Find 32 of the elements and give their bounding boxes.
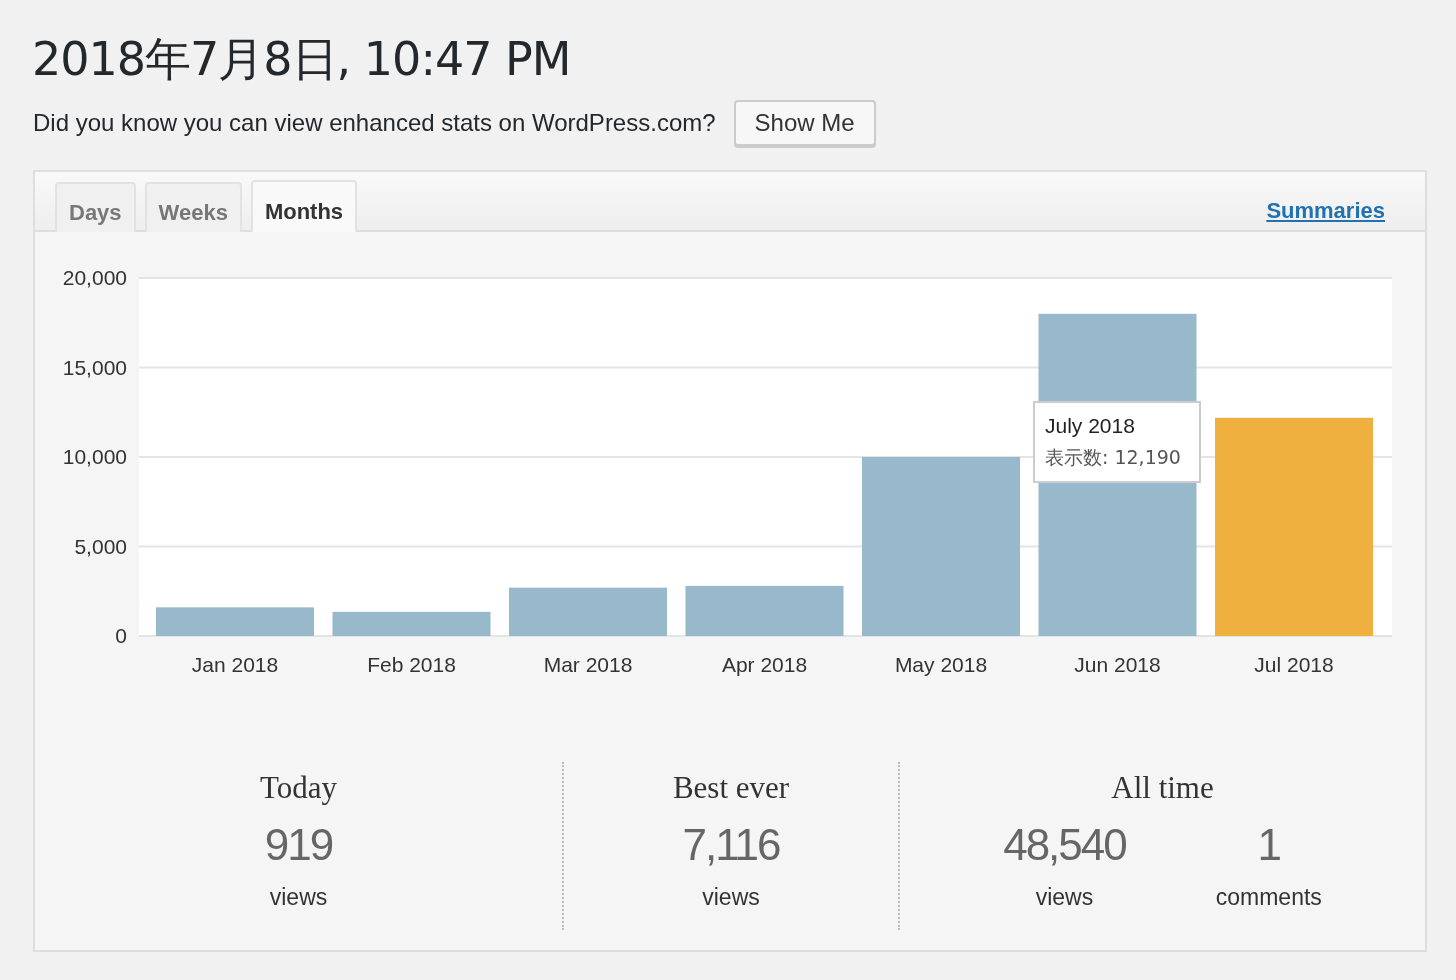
stat-number: 7,116	[682, 820, 780, 870]
y-axis-label: 10,000	[62, 445, 127, 468]
y-axis-label: 15,000	[62, 355, 127, 379]
stat-number: 48,540	[1003, 820, 1126, 870]
y-axis-label: 5,000	[74, 534, 127, 558]
x-axis-label: Feb 2018	[367, 653, 456, 676]
stat-number: 1	[1257, 820, 1280, 870]
x-axis-label: May 2018	[894, 653, 988, 676]
y-axis-label: 20,000	[62, 266, 127, 289]
tooltip-value: 表示数: 12,190	[1045, 445, 1182, 470]
stat-label: views	[1035, 884, 1094, 911]
stat-heading: All time	[1111, 770, 1214, 806]
tab[interactable]: Days	[55, 182, 136, 232]
stat-label: views	[702, 884, 760, 911]
stat-heading: Today	[260, 770, 337, 806]
y-axis-label: 0	[115, 624, 127, 647]
page-title: 2018年7月8日, 10:47 PM	[32, 31, 572, 88]
notice-text: Did you know you can view enhanced stats on WordPress.com?	[33, 109, 716, 137]
stat-heading: Best ever	[672, 770, 790, 806]
x-axis-label: Jul 2018	[1254, 653, 1334, 676]
x-axis-label: Jan 2018	[191, 653, 279, 676]
x-axis-label: Jun 2018	[1074, 653, 1161, 676]
summaries-link[interactable]: Summaries	[1266, 198, 1385, 224]
tab[interactable]: Months	[250, 180, 358, 232]
tab[interactable]: Weeks	[144, 182, 242, 232]
stat-label: comments	[1215, 884, 1322, 911]
x-axis-label: Apr 2018	[721, 653, 808, 676]
stat-label: views	[269, 884, 328, 911]
show-me-button[interactable]: Show Me	[733, 100, 876, 146]
x-axis-label: Mar 2018	[543, 653, 633, 676]
tooltip-title: July 2018	[1045, 413, 1136, 439]
stat-number: 919	[264, 820, 333, 870]
